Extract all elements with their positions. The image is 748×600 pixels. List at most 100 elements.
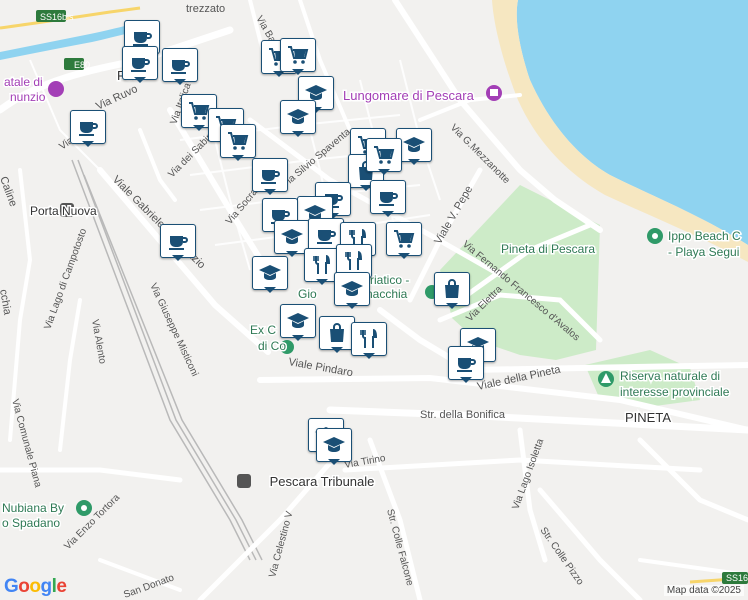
coffee-icon <box>252 158 288 192</box>
map-canvas[interactable]: SS16bisE80Via TrentoVia ItalicaVia dei S… <box>0 0 748 600</box>
graduation-cap-icon <box>280 304 316 338</box>
graduation-cap-icon <box>280 100 316 134</box>
pin-tail <box>398 253 410 259</box>
map-pin[interactable] <box>448 346 484 383</box>
google-logo-letter: G <box>4 576 19 597</box>
road-label: SS16 <box>726 573 748 583</box>
coffee-icon <box>457 358 476 372</box>
cutlery-icon <box>351 322 387 356</box>
map-pin[interactable] <box>280 304 316 341</box>
pin-tail <box>174 79 186 85</box>
coffee-icon <box>70 110 106 144</box>
cart-icon <box>386 222 422 256</box>
pin-tail <box>378 169 390 175</box>
cart-icon <box>366 138 402 172</box>
google-logo: Google <box>4 576 67 598</box>
pin-tail <box>82 141 94 147</box>
place-label: - Playa Segui <box>668 245 739 259</box>
graduation-cap-icon <box>316 428 352 462</box>
google-logo-letter: g <box>40 576 53 597</box>
place-label: nunzio <box>10 90 46 104</box>
map-pin[interactable] <box>334 272 370 309</box>
poi-museum-icon[interactable] <box>48 81 64 97</box>
coffee-icon <box>379 192 398 206</box>
cart-icon <box>228 132 249 150</box>
pin-tail <box>331 347 343 353</box>
map-pin[interactable] <box>386 222 422 259</box>
place-label: atale di <box>4 75 43 89</box>
place-label: o Spadano <box>2 516 60 530</box>
pin-tail <box>328 459 340 465</box>
map-pin[interactable] <box>70 110 106 147</box>
pin-tail <box>193 125 205 131</box>
place-label: Ex C <box>250 323 276 337</box>
shopping-bag-icon <box>434 272 470 306</box>
coffee-icon <box>79 122 98 136</box>
road-label: Str. della Bonifica <box>420 409 506 421</box>
place-label: Gio <box>298 287 317 301</box>
cart-icon <box>374 146 395 164</box>
place-label: interesse provinciale <box>620 385 730 399</box>
coffee-icon <box>261 170 280 184</box>
pin-tail <box>316 279 328 285</box>
road-label: E80 <box>74 60 90 70</box>
cart-icon <box>394 230 415 248</box>
graduation-cap-icon <box>334 272 370 306</box>
graduation-cap-icon <box>287 313 309 328</box>
train-station-icon[interactable] <box>237 474 251 488</box>
map-pin[interactable] <box>252 158 288 195</box>
coffee-icon <box>160 224 196 258</box>
pin-tail <box>408 159 420 165</box>
graduation-cap-icon <box>259 265 281 280</box>
place-label: Riserva naturale di <box>620 369 720 383</box>
shopping-bag-icon <box>445 279 459 298</box>
pin-tail <box>172 255 184 261</box>
map-pin[interactable] <box>122 46 158 83</box>
graduation-cap-icon <box>403 137 425 152</box>
map-pin[interactable] <box>280 38 316 75</box>
cart-icon <box>220 124 256 158</box>
place-label: Ippo Beach C <box>668 229 741 243</box>
coffee-icon <box>370 180 406 214</box>
graduation-cap-icon <box>252 256 288 290</box>
place-label: Nubiana By <box>2 501 64 515</box>
map-pin[interactable] <box>370 180 406 217</box>
shopping-bag-icon <box>330 323 344 342</box>
map-pin[interactable] <box>366 138 402 175</box>
place-label: riatico - <box>370 273 409 287</box>
pin-tail <box>264 287 276 293</box>
google-logo-letter: o <box>18 576 30 597</box>
pin-tail <box>292 69 304 75</box>
map-pin[interactable] <box>162 48 198 85</box>
map-pin[interactable] <box>316 428 352 465</box>
pin-tail <box>446 303 458 309</box>
coffee-icon <box>171 60 190 74</box>
google-logo-letter: o <box>29 576 41 597</box>
map-data-credit[interactable]: Map data ©2025 <box>663 585 744 596</box>
coffee-icon <box>448 346 484 380</box>
road-label: trezzato <box>186 3 225 15</box>
coffee-icon <box>317 230 336 244</box>
map-pin[interactable] <box>434 272 470 309</box>
map-pin[interactable] <box>319 316 355 353</box>
cutlery-icon <box>345 251 363 270</box>
pin-tail <box>346 303 358 309</box>
map-pin[interactable] <box>160 224 196 261</box>
pin-tail <box>292 131 304 137</box>
place-label: PINETA <box>625 410 671 425</box>
pin-tail <box>460 377 472 383</box>
coffee-icon <box>169 236 188 250</box>
place-label: di Co <box>258 339 286 353</box>
place-label: Pineta di Pescara <box>501 242 595 256</box>
pin-tail <box>292 335 304 341</box>
map-pin[interactable] <box>220 124 256 161</box>
google-logo-text: Google <box>4 576 67 597</box>
cart-icon <box>288 46 309 64</box>
map-pin[interactable] <box>252 256 288 293</box>
map-pin[interactable] <box>280 100 316 137</box>
cutlery-icon <box>360 329 378 348</box>
map-pin[interactable] <box>351 322 387 359</box>
cutlery-icon <box>313 255 331 274</box>
coffee-icon <box>122 46 158 80</box>
google-logo-letter: e <box>56 576 67 597</box>
